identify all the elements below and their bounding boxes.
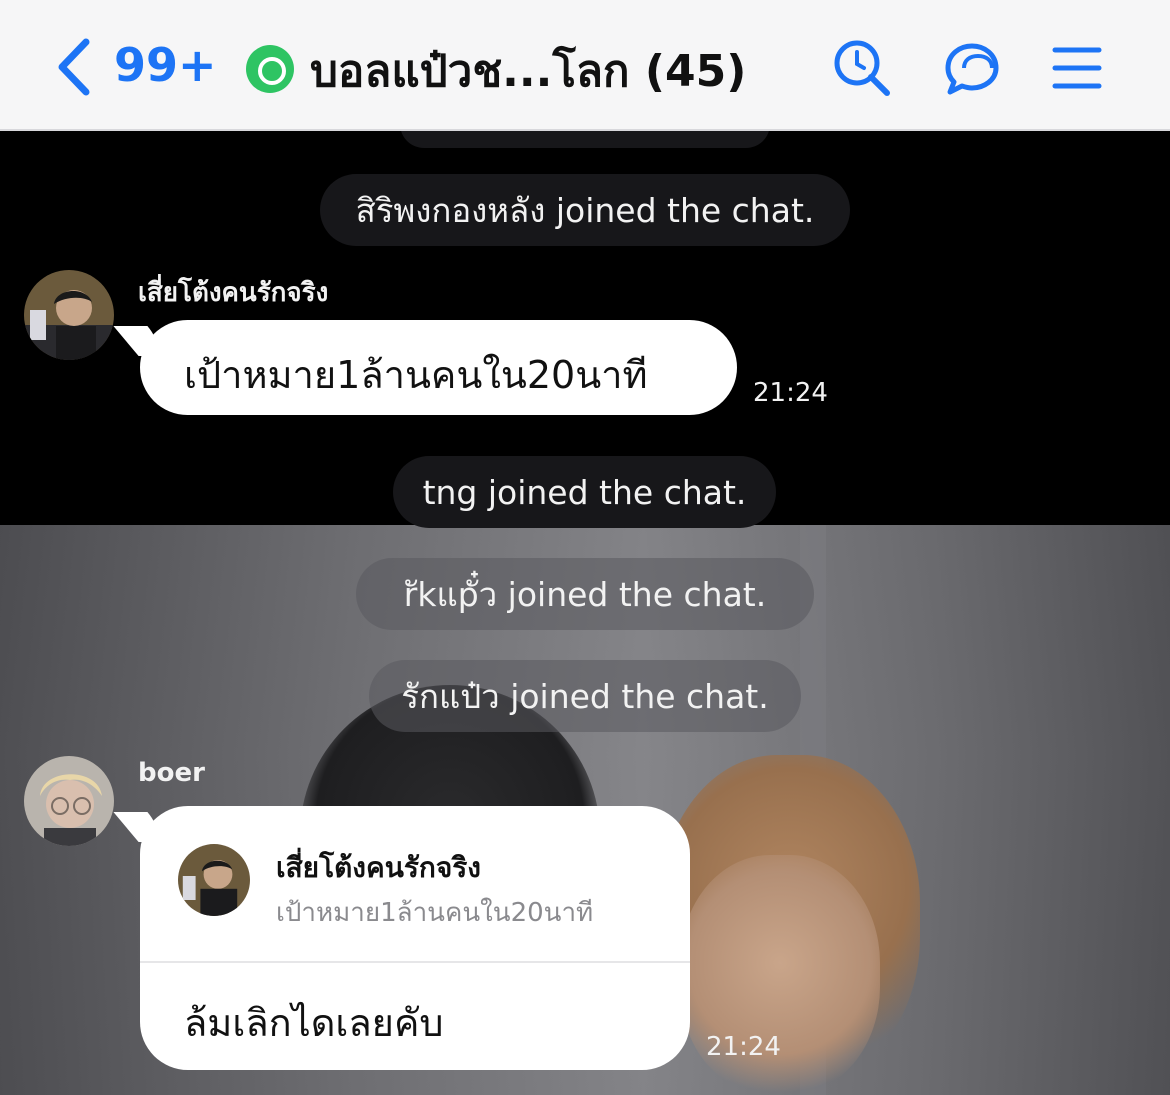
menu-button[interactable]	[1052, 38, 1112, 98]
message-time: 21:24	[753, 378, 828, 408]
back-button[interactable]	[52, 38, 98, 96]
reply-avatar-photo	[178, 844, 250, 916]
system-message-text: rัkแpั๋ว joined the chat.	[403, 574, 767, 614]
sender-name: เสี่ยโต้งคนรักจริง	[138, 278, 329, 308]
message-text: ล้มเลิกไดเลยคับ	[184, 1001, 444, 1045]
group-icon	[246, 45, 294, 93]
message-text: เป้าหมาย1ล้านคนใน20นาที	[184, 353, 648, 397]
system-message-text: รักแป๋ว joined the chat.	[401, 676, 769, 716]
system-message: สิริพงกองหลัง joined the chat.	[320, 174, 850, 246]
menu-icon	[1052, 47, 1102, 89]
chat-bubbles-icon	[945, 43, 999, 95]
sender-name: boer	[138, 758, 205, 788]
reply-message-bubble[interactable]: เสี่ยโต้งคนรักจริง เป้าหมาย1ล้านคนใน20นา…	[140, 806, 690, 1070]
unread-count[interactable]: 99+	[114, 38, 217, 92]
system-message-text: สิริพงกองหลัง joined the chat.	[355, 190, 815, 230]
system-message: tng joined the chat.	[393, 456, 776, 528]
group-title[interactable]: บอลแป๋วช...โลก (45)	[310, 36, 746, 106]
back-chevron-icon	[58, 38, 90, 96]
system-message-text: tng joined the chat.	[422, 472, 747, 512]
message-bubble[interactable]: เป้าหมาย1ล้านคนใน20นาที	[140, 320, 737, 415]
message-time: 21:24	[706, 1032, 781, 1062]
avatar-photo	[24, 756, 114, 846]
search-icon	[834, 40, 890, 96]
reply-quoted-text: เป้าหมาย1ล้านคนใน20นาที	[276, 898, 594, 928]
avatar-photo	[24, 270, 114, 360]
chat-header: 99+ บอลแป๋วช...โลก (45)	[0, 0, 1170, 131]
avatar[interactable]	[24, 270, 114, 360]
search-button[interactable]	[832, 38, 892, 98]
reply-divider	[140, 961, 690, 963]
system-message: rัkแpั๋ว joined the chat.	[356, 558, 814, 630]
avatar[interactable]	[24, 756, 114, 846]
chats-button[interactable]	[940, 38, 1000, 98]
system-message: รักแป๋ว joined the chat.	[369, 660, 801, 732]
reply-sender-name: เสี่ยโต้งคนรักจริง	[276, 851, 481, 884]
reply-avatar	[178, 844, 250, 916]
